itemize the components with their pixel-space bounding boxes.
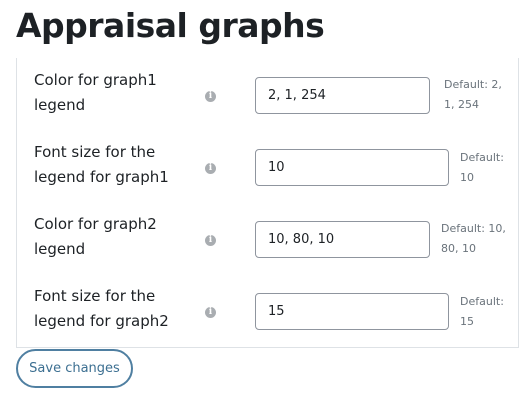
- graph2-fontsize-input[interactable]: [255, 293, 449, 330]
- setting-label-line2: legend: [34, 240, 86, 258]
- default-note-line2: 15: [460, 315, 474, 328]
- graph1-fontsize-input[interactable]: [255, 149, 449, 186]
- save-changes-button[interactable]: Save changes: [16, 349, 133, 388]
- setting-label-line1: Font size for the: [34, 287, 156, 305]
- info-icon[interactable]: i: [205, 235, 216, 246]
- default-note-line1: Default: 2,: [444, 78, 502, 91]
- setting-label: Color for graph2 legend: [34, 212, 184, 262]
- setting-label: Font size for the legend for graph2: [34, 284, 184, 334]
- setting-row-graph2-color: Color for graph2 legend i Default: 10, 8…: [17, 212, 520, 284]
- default-note: Default: 15: [460, 292, 504, 332]
- default-note: Default: 2, 1, 254: [444, 75, 502, 115]
- default-note: Default: 10, 80, 10: [441, 219, 506, 259]
- default-note-line2: 10: [460, 171, 474, 184]
- info-icon[interactable]: i: [205, 91, 216, 102]
- setting-label-line1: Color for graph2: [34, 215, 157, 233]
- setting-label: Color for graph1 legend: [34, 68, 184, 118]
- page-title: Appraisal graphs: [16, 6, 325, 45]
- setting-label: Font size for the legend for graph1: [34, 140, 184, 190]
- default-note-line2: 80, 10: [441, 242, 476, 255]
- info-icon[interactable]: i: [205, 307, 216, 318]
- default-note-line2: 1, 254: [444, 98, 479, 111]
- graph2-color-input[interactable]: [255, 221, 430, 258]
- default-note-line1: Default: 10,: [441, 222, 506, 235]
- info-icon[interactable]: i: [205, 163, 216, 174]
- setting-row-graph1-color: Color for graph1 legend i Default: 2, 1,…: [17, 68, 520, 140]
- default-note-line1: Default:: [460, 151, 504, 164]
- setting-label-line2: legend: [34, 96, 86, 114]
- setting-label-line2: legend for graph1: [34, 168, 169, 186]
- settings-panel: Color for graph1 legend i Default: 2, 1,…: [16, 58, 519, 348]
- setting-row-graph1-fontsize: Font size for the legend for graph1 i De…: [17, 140, 520, 212]
- setting-label-line2: legend for graph2: [34, 312, 169, 330]
- default-note: Default: 10: [460, 148, 504, 188]
- default-note-line1: Default:: [460, 295, 504, 308]
- setting-label-line1: Font size for the: [34, 143, 156, 161]
- graph1-color-input[interactable]: [255, 77, 430, 114]
- setting-row-graph2-fontsize: Font size for the legend for graph2 i De…: [17, 284, 520, 356]
- setting-label-line1: Color for graph1: [34, 71, 157, 89]
